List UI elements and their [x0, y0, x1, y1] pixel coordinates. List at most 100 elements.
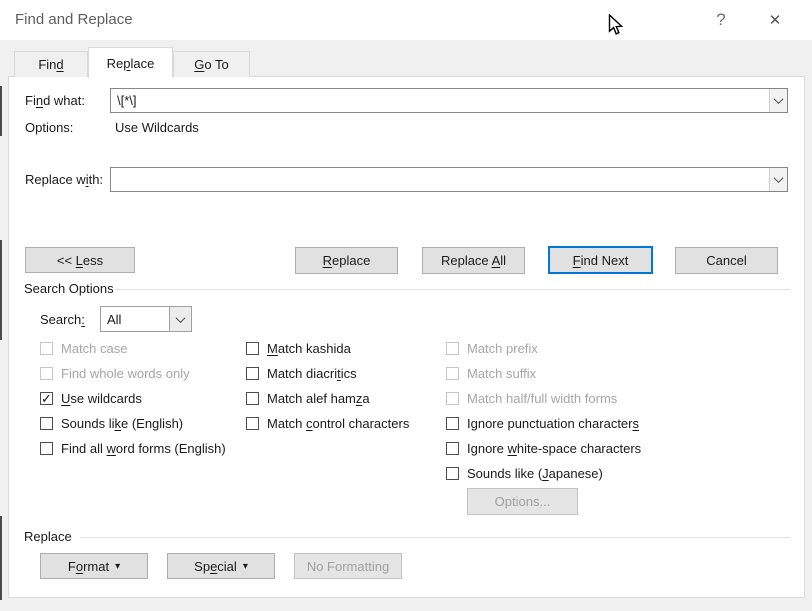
replace-button[interactable]: Replace — [295, 247, 398, 274]
checkbox-label: Match control characters — [267, 416, 409, 431]
sounds-like-english-checkbox[interactable] — [40, 417, 53, 430]
checkbox-label: Match case — [61, 341, 127, 356]
checkbox-label: Match prefix — [467, 341, 538, 356]
checkbox-label: Ignore punctuation characters — [467, 416, 639, 431]
help-button[interactable]: ? — [706, 6, 736, 34]
cancel-button[interactable]: Cancel — [675, 247, 778, 274]
checkbox-label: Sounds like (English) — [61, 416, 183, 431]
find-and-replace-dialog: { "dialog": { "title": "Find and Replace… — [0, 0, 812, 611]
options-button: Options... — [467, 488, 578, 515]
no-formatting-button-label: No Formatting — [307, 559, 389, 574]
checkbox-row-match-prefix: Match prefix — [446, 341, 641, 355]
tab-find[interactable]: Find — [14, 51, 88, 77]
checkbox-row-ignore-white-space-characters[interactable]: Ignore white-space characters — [446, 441, 641, 455]
options-button-label: Options... — [495, 494, 551, 509]
checkbox-column-1: Match case Find whole words only ✓ Use wild… — [40, 341, 226, 455]
checkbox-row-find-whole-words-only: Find whole words only — [40, 366, 226, 380]
tab-go-to-label: Go To — [194, 57, 228, 72]
options-value: Use Wildcards — [115, 120, 199, 136]
checkbox-label: Use wildcards — [61, 391, 142, 406]
checkbox-column-2: Match kashida Match diacritics Match alef … — [246, 341, 409, 430]
checkbox-label: Match half/full width forms — [467, 391, 617, 406]
checkbox-label: Match diacritics — [267, 366, 357, 381]
replace-section-divider — [80, 537, 790, 538]
checkbox-label: Match alef hamza — [267, 391, 370, 406]
checkbox-label: Ignore white-space characters — [467, 441, 641, 456]
find-what-combobox[interactable]: \[*\] — [110, 88, 788, 113]
checkbox-row-sounds-like-english[interactable]: Sounds like (English) — [40, 416, 226, 430]
background-window-edge — [0, 516, 2, 600]
close-icon[interactable]: ✕ — [760, 6, 790, 34]
tab-replace-label: Replace — [107, 56, 155, 71]
checkbox-row-match-alef-hamza[interactable]: Match alef hamza — [246, 391, 409, 405]
checkbox-row-match-kashida[interactable]: Match kashida — [246, 341, 409, 355]
search-direction-label: Search: — [40, 312, 85, 328]
match-suffix-checkbox — [446, 367, 459, 380]
checkbox-label: Match suffix — [467, 366, 536, 381]
find-what-dropdown-button[interactable] — [769, 89, 787, 112]
match-half-full-width-forms-checkbox — [446, 392, 459, 405]
replace-with-combobox[interactable] — [110, 167, 788, 192]
chevron-down-icon — [176, 313, 186, 323]
checkbox-row-use-wildcards[interactable]: ✓ Use wildcards — [40, 391, 226, 405]
format-button[interactable]: Format ▾ — [40, 553, 148, 579]
chevron-down-icon — [774, 94, 784, 104]
search-options-header: Search Options — [24, 281, 114, 297]
checkbox-row-match-case: Match case — [40, 341, 226, 355]
replace-all-button[interactable]: Replace All — [422, 247, 525, 274]
sounds-like-japanese-checkbox[interactable] — [446, 467, 459, 480]
checkbox-column-3: Match prefix Match suffix Match half/full … — [446, 341, 641, 480]
checkbox-row-find-all-word-forms-english[interactable]: Find all word forms (English) — [40, 441, 226, 455]
background-window-edge — [0, 86, 2, 136]
match-diacritics-checkbox[interactable] — [246, 367, 259, 380]
find-whole-words-only-checkbox — [40, 367, 53, 380]
checkbox-label: Match kashida — [267, 341, 351, 356]
checkbox-row-match-control-characters[interactable]: Match control characters — [246, 416, 409, 430]
search-direction-value[interactable]: All — [101, 312, 169, 327]
match-control-characters-checkbox[interactable] — [246, 417, 259, 430]
checkbox-row-sounds-like-japanese[interactable]: Sounds like (Japanese) — [446, 466, 641, 480]
checkbox-row-ignore-punctuation-characters[interactable]: Ignore punctuation characters — [446, 416, 641, 430]
less-button-label: << Less — [57, 253, 103, 268]
options-label: Options: — [25, 120, 73, 136]
match-kashida-checkbox[interactable] — [246, 342, 259, 355]
checkbox-row-match-half-full-width-forms: Match half/full width forms — [446, 391, 641, 405]
use-wildcards-checkbox[interactable]: ✓ — [40, 392, 53, 405]
tab-replace[interactable]: Replace — [88, 47, 173, 78]
replace-section-header: Replace — [24, 529, 72, 545]
ignore-punctuation-characters-checkbox[interactable] — [446, 417, 459, 430]
tab-panel — [8, 76, 805, 598]
checkbox-row-match-diacritics[interactable]: Match diacritics — [246, 366, 409, 380]
replace-button-label: Replace — [323, 253, 371, 268]
replace-all-button-label: Replace All — [441, 253, 506, 268]
match-case-checkbox — [40, 342, 53, 355]
cancel-button-label: Cancel — [706, 253, 746, 268]
search-direction-dropdown-button[interactable] — [169, 307, 191, 331]
replace-with-dropdown-button[interactable] — [769, 168, 787, 191]
search-direction-combobox[interactable]: All — [100, 306, 192, 332]
match-alef-hamza-checkbox[interactable] — [246, 392, 259, 405]
replace-with-label: Replace with: — [25, 172, 103, 188]
find-all-word-forms-english-checkbox[interactable] — [40, 442, 53, 455]
checkbox-label: Find whole words only — [61, 366, 190, 381]
find-next-button-label: Find Next — [573, 253, 629, 268]
tab-go-to[interactable]: Go To — [173, 51, 250, 77]
find-what-value[interactable]: \[*\] — [111, 93, 769, 108]
background-window-edge — [0, 240, 2, 340]
checkbox-label: Find all word forms (English) — [61, 441, 226, 456]
format-button-label: Format — [68, 559, 109, 574]
match-prefix-checkbox — [446, 342, 459, 355]
dropdown-arrow-icon: ▾ — [115, 561, 120, 572]
less-button[interactable]: << Less — [25, 247, 135, 273]
tab-find-label: Find — [38, 57, 63, 72]
checkbox-row-match-suffix: Match suffix — [446, 366, 641, 380]
find-next-button[interactable]: Find Next — [548, 246, 653, 274]
special-button[interactable]: Special ▾ — [167, 553, 275, 579]
ignore-white-space-characters-checkbox[interactable] — [446, 442, 459, 455]
checkbox-label: Sounds like (Japanese) — [467, 466, 603, 481]
dropdown-arrow-icon: ▾ — [243, 561, 248, 572]
no-formatting-button: No Formatting — [294, 553, 402, 579]
search-options-divider — [115, 289, 790, 290]
find-what-label: Find what: — [25, 93, 85, 109]
dialog-title: Find and Replace — [15, 11, 133, 28]
